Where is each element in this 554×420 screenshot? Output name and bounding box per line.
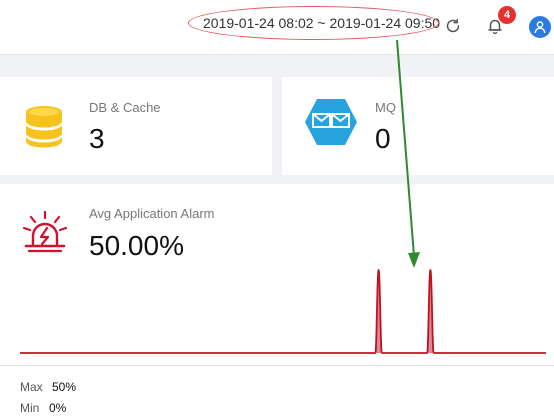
- max-value: 50%: [52, 380, 77, 394]
- max-label: Max: [20, 380, 43, 394]
- alarm-sparkline-chart: [20, 269, 546, 354]
- alarm-series-area: [375, 270, 434, 353]
- stats-divider: [0, 365, 554, 366]
- min-value: 0%: [49, 401, 67, 415]
- alarm-series-line: [20, 269, 546, 354]
- min-label: Min: [20, 401, 40, 415]
